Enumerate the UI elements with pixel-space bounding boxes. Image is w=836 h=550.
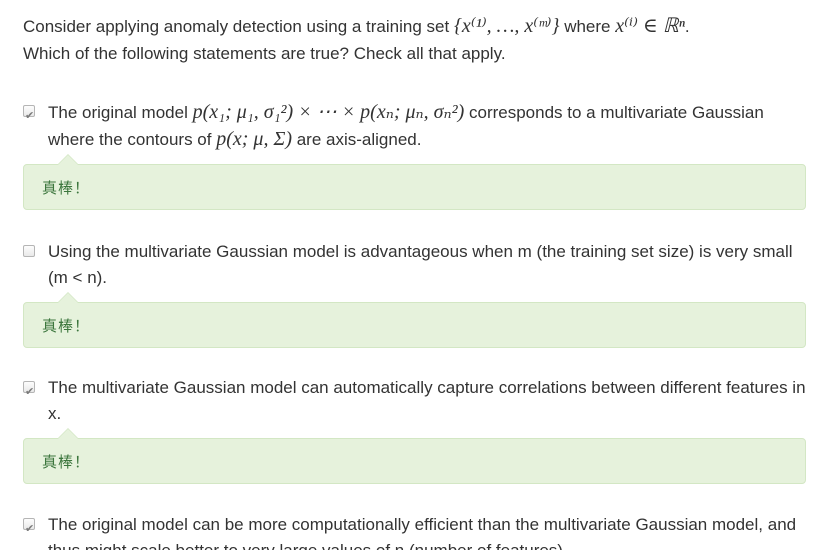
option-1-text-a: The original model [48,103,193,122]
option-3-feedback-text: 真棒！ [42,453,91,471]
option-3-checkbox[interactable]: ✔ [23,381,35,398]
option-1-checkbox[interactable]: ✔ [23,105,35,122]
option-2: Using the multivariate Gaussian model is… [23,239,813,348]
option-2-row[interactable]: Using the multivariate Gaussian model is… [23,239,813,291]
checkmark-icon: ✔ [25,522,35,535]
option-2-feedback: 真棒！ [23,292,806,348]
option-4-text: The original model can be more computati… [48,515,797,550]
question-text: Consider applying anomaly detection usin… [23,13,813,67]
option-4-row[interactable]: ✔ The original model can be more computa… [23,512,813,550]
option-2-text: Using the multivariate Gaussian model is… [48,242,793,287]
feedback-arrow-inner [58,293,78,303]
option-1-feedback-text: 真棒！ [42,179,91,197]
training-set-math: {x⁽¹⁾, …, x⁽ᵐ⁾} [453,15,560,37]
option-1-math-b: p(x; μ, Σ) [216,128,292,150]
member-math: x⁽ⁱ⁾ ∈ ℝⁿ [615,15,685,37]
option-1-math-a: p(x₁; μ₁, σ₁²) × ⋯ × p(xₙ; μₙ, σₙ²) [192,101,465,123]
feedback-arrow-inner [58,429,78,439]
question-part2: where [559,17,616,36]
option-4: ✔ The original model can be more computa… [23,512,813,550]
option-2-feedback-text: 真棒！ [42,317,91,335]
option-3-row[interactable]: ✔ The multivariate Gaussian model can au… [23,375,813,427]
feedback-arrow-inner [58,155,78,165]
option-4-checkbox[interactable]: ✔ [23,518,35,535]
option-1-feedback: 真棒！ [23,154,806,210]
option-3-text: The multivariate Gaussian model can auto… [48,378,806,423]
option-1-text-c: are axis-aligned. [292,130,422,149]
question-part3: . [684,17,690,36]
question-part1: Consider applying anomaly detection usin… [23,17,454,36]
option-3-feedback: 真棒！ [23,428,806,484]
option-2-checkbox[interactable] [23,245,35,257]
option-3: ✔ The multivariate Gaussian model can au… [23,375,813,484]
option-1: ✔ The original model p(x₁; μ₁, σ₁²) × ⋯ … [23,99,813,210]
option-1-row[interactable]: ✔ The original model p(x₁; μ₁, σ₁²) × ⋯ … [23,99,813,153]
checkmark-icon: ✔ [25,385,35,398]
checkmark-icon: ✔ [25,109,35,122]
question-line2: Which of the following statements are tr… [23,44,506,63]
